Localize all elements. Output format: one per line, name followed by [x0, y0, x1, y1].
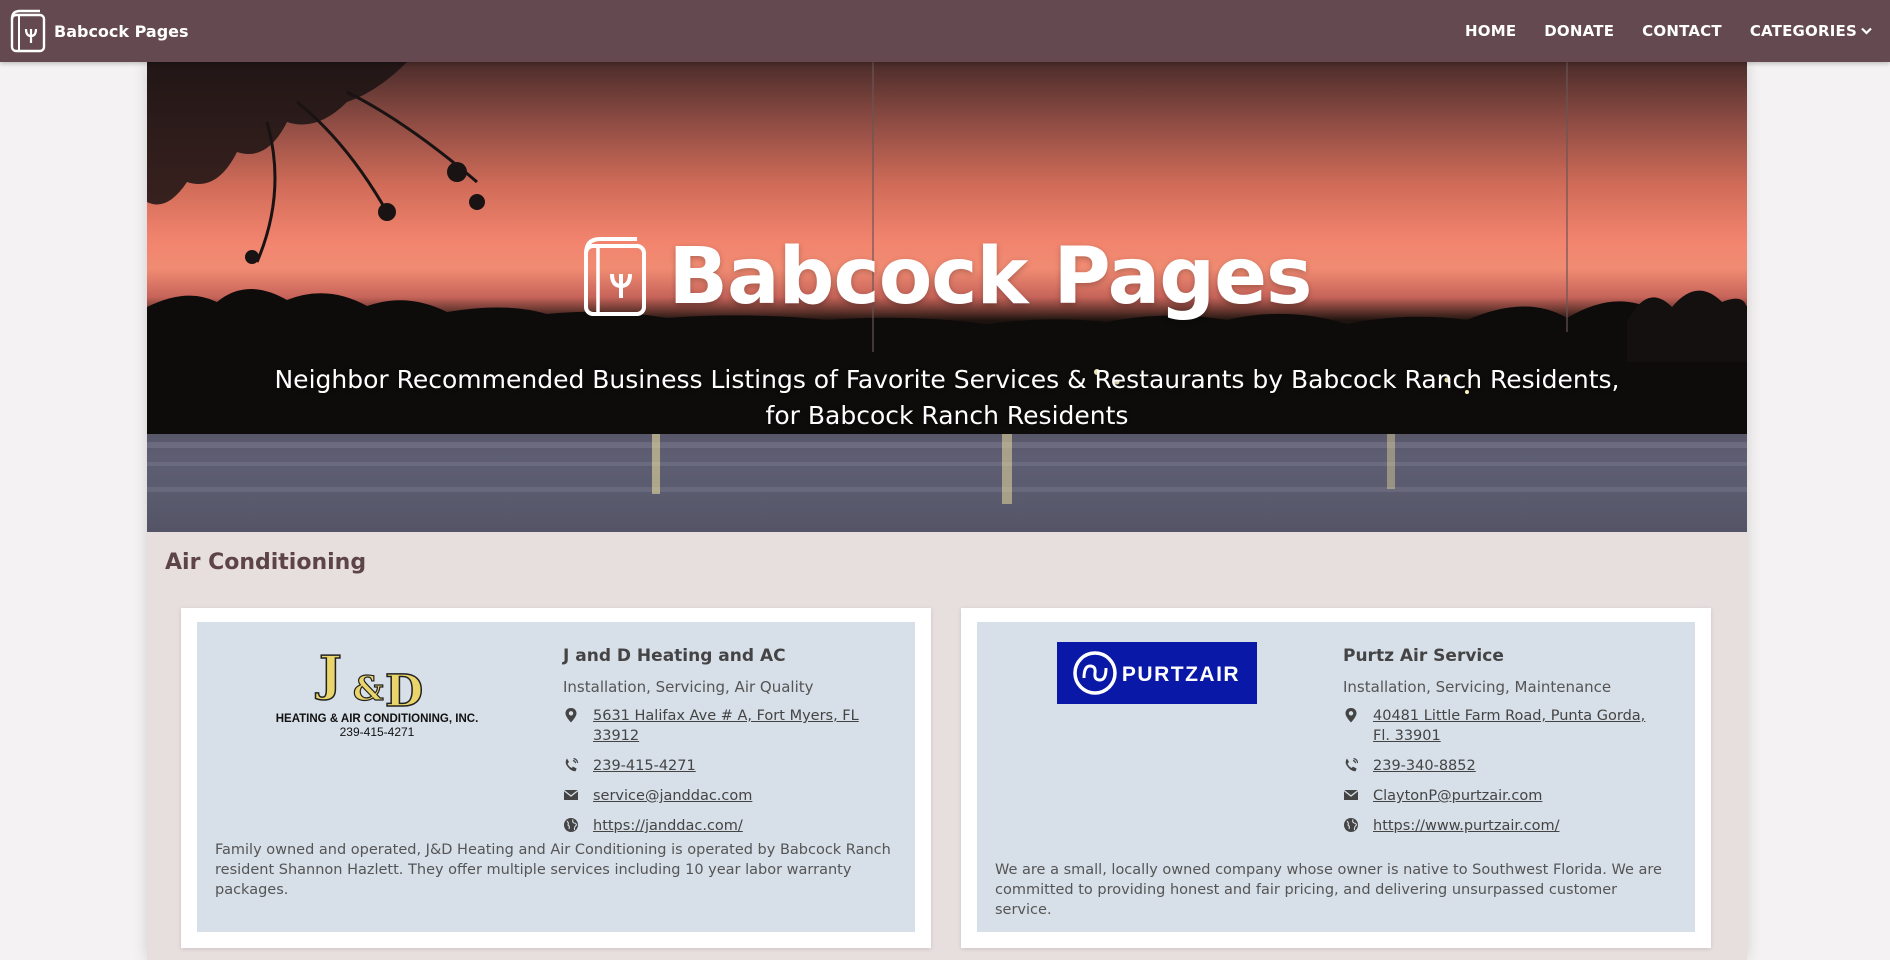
business-name: Purtz Air Service [1343, 646, 1504, 666]
business-description: Family owned and operated, J&D Heating a… [215, 842, 891, 898]
brand-text: Babcock Pages [54, 21, 189, 41]
phone-link[interactable]: 239-340-8852 [1373, 756, 1476, 776]
hero-title: Babcock Pages [668, 232, 1313, 322]
phone-link[interactable]: 239-415-4271 [593, 756, 696, 776]
book-logo-icon [583, 237, 646, 316]
purtzair-logo-image: PURTZAIR [1057, 642, 1257, 704]
nav-categories-dropdown[interactable]: CATEGORIES [1750, 22, 1872, 40]
nav-donate[interactable]: DONATE [1544, 22, 1614, 40]
phone-row: 239-340-8852 [1343, 756, 1683, 776]
top-navbar: Babcock Pages HOME DONATE CONTACT CATEGO… [0, 0, 1890, 62]
address-row: 5631 Halifax Ave # A, Fort Myers, FL 339… [563, 706, 903, 746]
nav-contact[interactable]: CONTACT [1642, 22, 1722, 40]
business-name: J and D Heating and AC [563, 646, 786, 666]
nav-categories-label: CATEGORIES [1749, 22, 1857, 40]
phone-row: 239-415-4271 [563, 756, 903, 776]
hero-subtitle: Neighbor Recommended Business Listings o… [274, 365, 1620, 430]
svg-text:&: & [353, 669, 384, 709]
map-marker-icon [1345, 708, 1357, 723]
business-services: Installation, Servicing, Air Quality [563, 678, 814, 696]
listing-info: Purtz Air Service Installation, Servicin… [1343, 646, 1683, 846]
listing-card-body: PURTZAIR Purtz Air Service Installation,… [977, 622, 1695, 932]
book-logo-icon [10, 9, 46, 53]
email-row: ClaytonP@purtzair.com [1343, 786, 1683, 806]
brand-link[interactable]: Babcock Pages [10, 9, 189, 53]
business-services: Installation, Servicing, Maintenance [1343, 678, 1612, 696]
website-row: https://janddac.com/ [563, 816, 903, 836]
listing-card: PURTZAIR Purtz Air Service Installation,… [961, 608, 1711, 948]
nav-home[interactable]: HOME [1465, 22, 1516, 40]
website-link[interactable]: https://janddac.com/ [593, 816, 743, 836]
globe-icon [564, 818, 578, 832]
svg-text:J: J [315, 646, 342, 702]
chevron-down-icon [1861, 27, 1872, 35]
nav-links: HOME DONATE CONTACT CATEGORIES [1465, 22, 1880, 40]
business-description: We are a small, locally owned company wh… [995, 862, 1662, 918]
website-row: https://www.purtzair.com/ [1343, 816, 1683, 836]
hero-banner: Babcock Pages Neighbor Recommended Busin… [147, 62, 1747, 532]
email-link[interactable]: ClaytonP@purtzair.com [1373, 786, 1542, 806]
address-link[interactable]: 5631 Halifax Ave # A, Fort Myers, FL 339… [593, 706, 903, 746]
globe-icon [1344, 818, 1358, 832]
envelope-icon [563, 789, 579, 800]
business-logo[interactable]: PURTZAIR [997, 642, 1317, 742]
svg-text:D: D [385, 666, 423, 717]
section-title: Air Conditioning [165, 550, 367, 575]
svg-text:239-415-4271: 239-415-4271 [340, 725, 415, 739]
address-link[interactable]: 40481 Little Farm Road, Punta Gorda, Fl.… [1373, 706, 1663, 746]
address-row: 40481 Little Farm Road, Punta Gorda, Fl.… [1343, 706, 1683, 746]
listing-card-body: J & D HEATING & AIR CONDITIONING, INC. 2… [197, 622, 915, 932]
listing-card: J & D HEATING & AIR CONDITIONING, INC. 2… [181, 608, 931, 948]
business-logo[interactable]: J & D HEATING & AIR CONDITIONING, INC. 2… [217, 642, 537, 742]
email-row: service@janddac.com [563, 786, 903, 806]
hero-title-row: Babcock Pages [147, 232, 1747, 322]
email-link[interactable]: service@janddac.com [593, 786, 752, 806]
website-link[interactable]: https://www.purtzair.com/ [1373, 816, 1560, 836]
jd-logo-image: J & D HEATING & AIR CONDITIONING, INC. 2… [276, 645, 479, 739]
svg-text:PURTZAIR: PURTZAIR [1122, 663, 1240, 686]
page-container: Babcock Pages Neighbor Recommended Busin… [147, 62, 1747, 960]
phone-icon [565, 757, 579, 772]
envelope-icon [1343, 789, 1359, 800]
svg-text:HEATING & AIR CONDITIONING, IN: HEATING & AIR CONDITIONING, INC. [276, 713, 479, 725]
listing-info: J and D Heating and AC Installation, Ser… [563, 646, 903, 846]
phone-icon [1345, 757, 1359, 772]
map-marker-icon [565, 708, 577, 723]
